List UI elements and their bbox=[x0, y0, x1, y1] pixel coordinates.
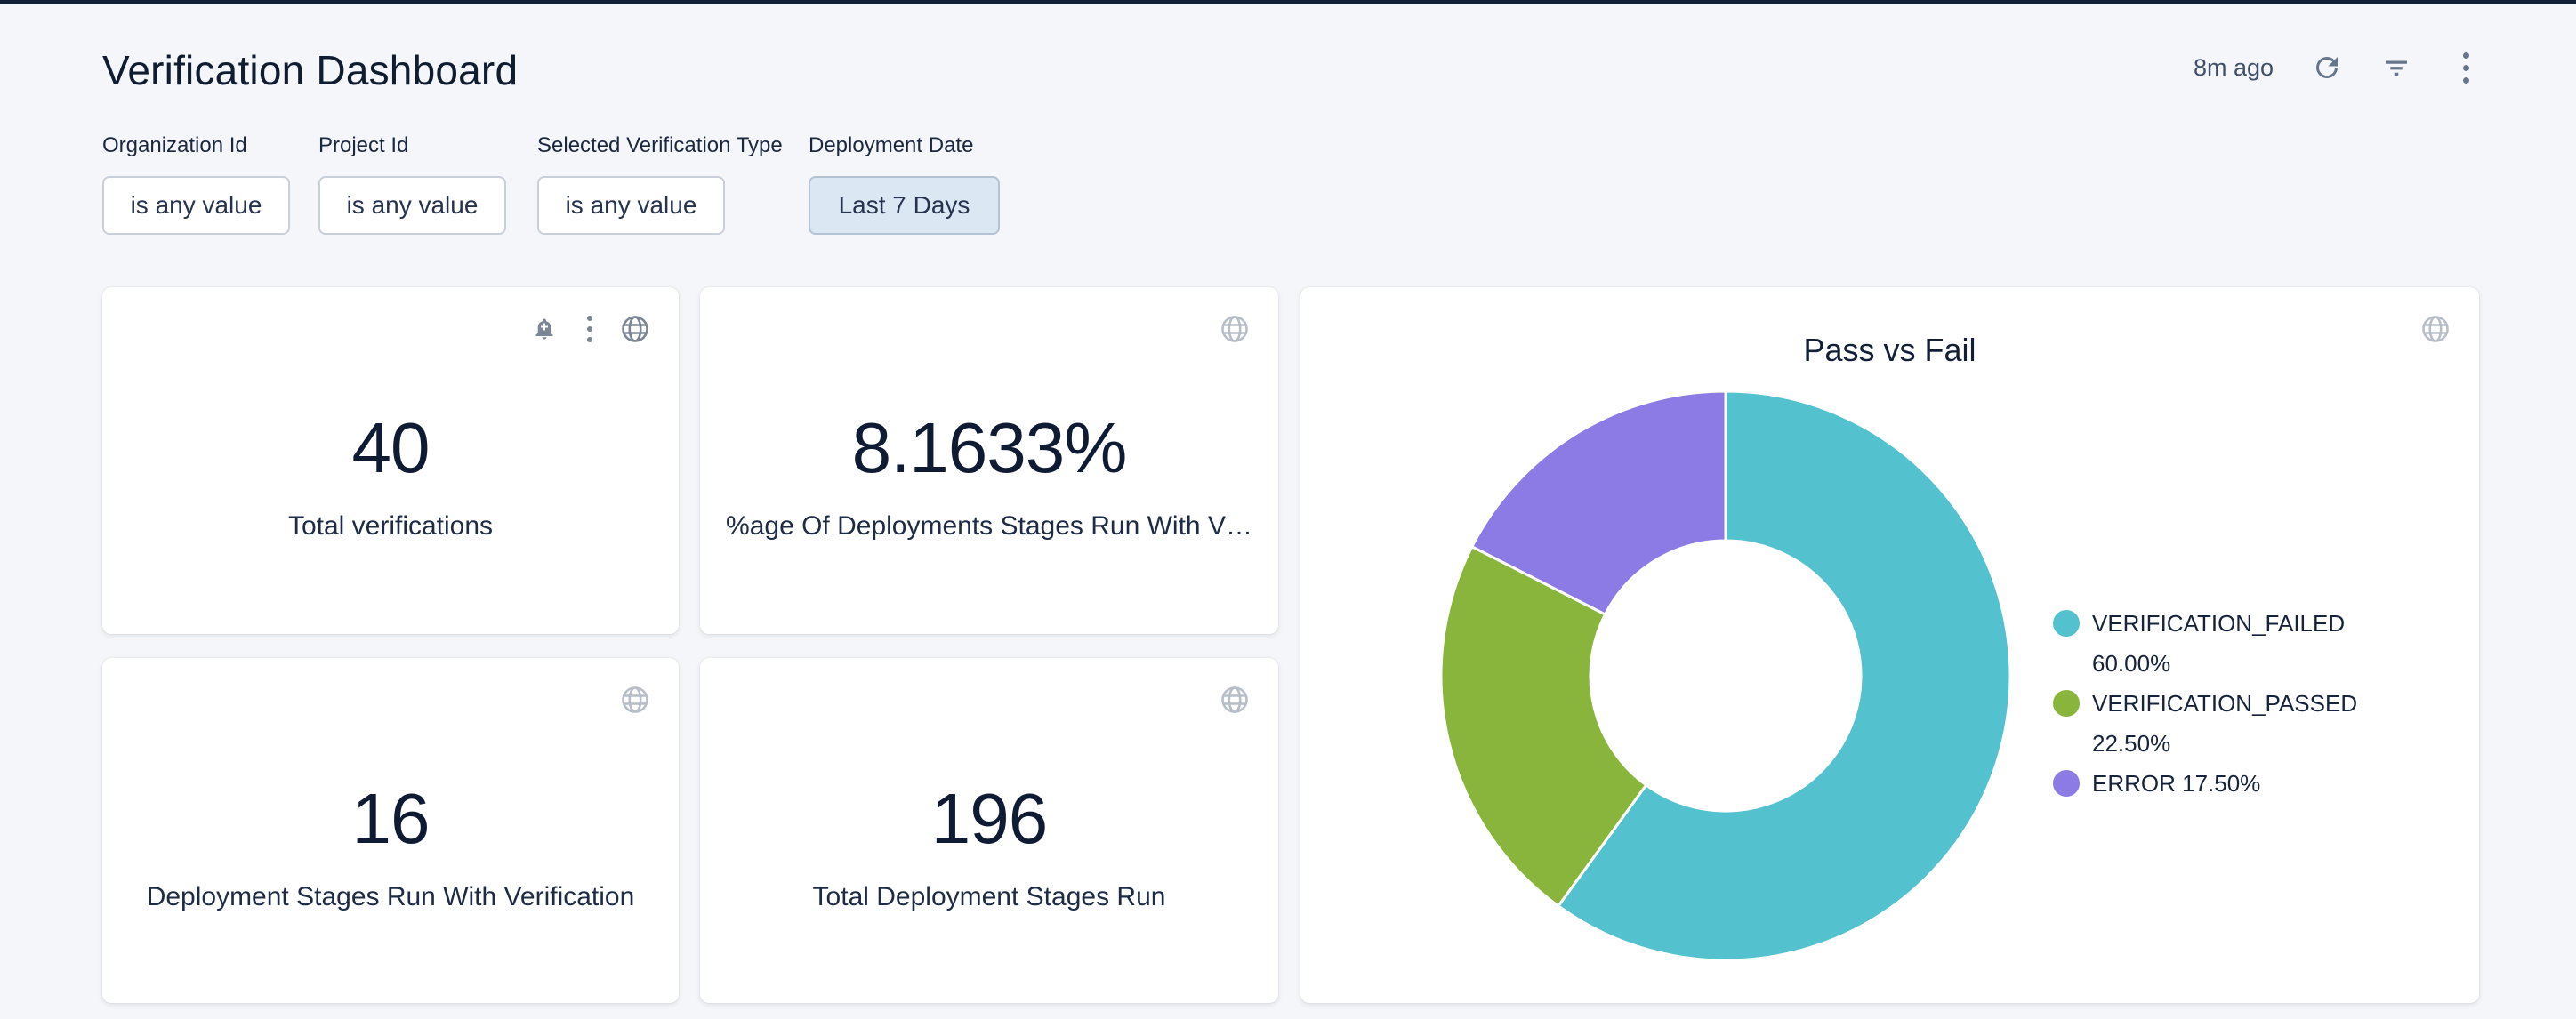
alert-bell-icon[interactable] bbox=[529, 314, 559, 344]
tile-total-stages-run: 196 Total Deployment Stages Run bbox=[700, 658, 1278, 1003]
legend-dot bbox=[2053, 610, 2080, 637]
stat-value: 16 bbox=[102, 778, 679, 860]
legend-dot bbox=[2053, 770, 2080, 797]
stat-label: Deployment Stages Run With Verification bbox=[120, 882, 661, 912]
page-title: Verification Dashboard bbox=[102, 46, 518, 94]
stat-value: 40 bbox=[102, 407, 679, 489]
last-refresh-timestamp: 8m ago bbox=[2194, 54, 2274, 82]
legend-item-verification-passed: VERIFICATION_PASSED 22.50% bbox=[2053, 684, 2357, 764]
filter-value-button[interactable]: is any value bbox=[537, 176, 725, 235]
filter-icon[interactable] bbox=[2380, 52, 2412, 84]
tile-pass-vs-fail-chart: Pass vs Fail VERIFICATION_FAILED 60.00% … bbox=[1300, 287, 2479, 1003]
legend-item-verification-failed: VERIFICATION_FAILED 60.00% bbox=[2053, 604, 2357, 684]
globe-icon[interactable] bbox=[620, 685, 650, 715]
dashboard-more-actions-icon[interactable] bbox=[2450, 52, 2482, 84]
tile-stages-run-with-verification: 16 Deployment Stages Run With Verificati… bbox=[102, 658, 679, 1003]
filter-value-button[interactable]: is any value bbox=[102, 176, 290, 235]
legend-dot bbox=[2053, 690, 2080, 717]
filter-value-button[interactable]: is any value bbox=[318, 176, 506, 235]
chart-legend: VERIFICATION_FAILED 60.00% VERIFICATION_… bbox=[2053, 604, 2357, 804]
window-top-edge bbox=[0, 0, 2576, 4]
tile-pct-stages-with-verification: 8.1633% %age Of Deployments Stages Run W… bbox=[700, 287, 1278, 634]
dashboard-header-actions: 8m ago bbox=[2194, 52, 2482, 84]
legend-item-error: ERROR 17.50% bbox=[2053, 764, 2357, 804]
stat-label: Total verifications bbox=[120, 511, 661, 542]
tile-more-actions-icon[interactable] bbox=[581, 314, 599, 344]
globe-icon[interactable] bbox=[1220, 314, 1250, 344]
filter-label: Organization Id bbox=[102, 133, 247, 158]
tile-total-verifications: 40 Total verifications bbox=[102, 287, 679, 634]
stat-label: %age Of Deployments Stages Run With V… bbox=[718, 511, 1260, 542]
globe-icon[interactable] bbox=[620, 314, 650, 344]
filter-label: Deployment Date bbox=[809, 133, 973, 158]
filter-label: Selected Verification Type bbox=[537, 133, 783, 158]
filter-label: Project Id bbox=[318, 133, 408, 158]
filter-value-button[interactable]: Last 7 Days bbox=[809, 176, 1000, 235]
stat-value: 8.1633% bbox=[700, 407, 1278, 489]
stat-label: Total Deployment Stages Run bbox=[718, 882, 1260, 912]
globe-icon[interactable] bbox=[1220, 685, 1250, 715]
refresh-icon[interactable] bbox=[2311, 52, 2343, 84]
stat-value: 196 bbox=[700, 778, 1278, 860]
